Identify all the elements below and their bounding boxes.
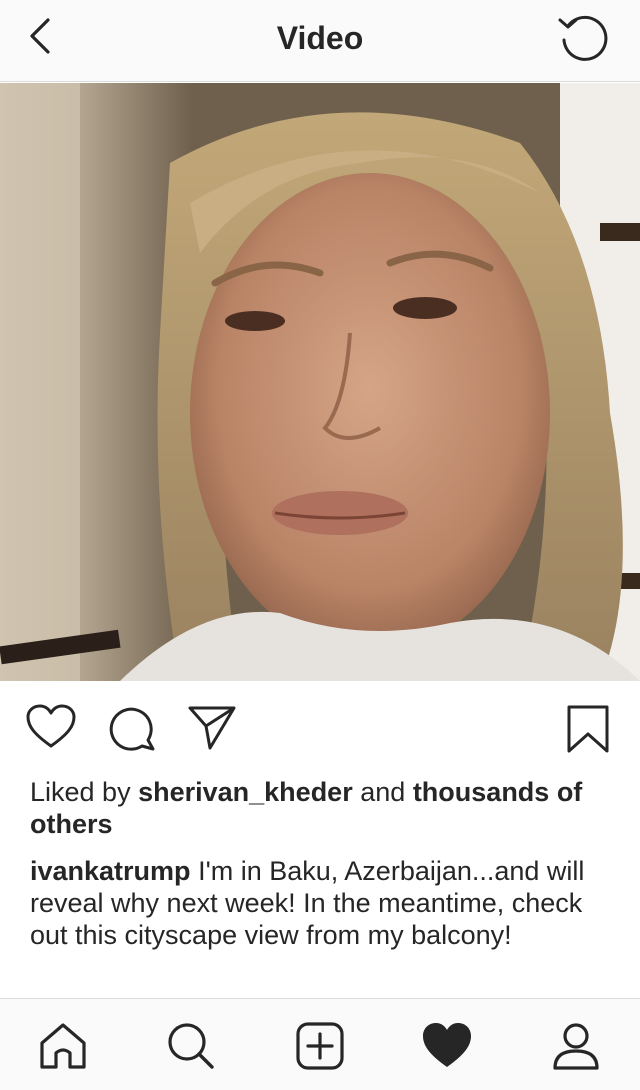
caption-username[interactable]: ivankatrump: [30, 856, 191, 886]
post-actions: [0, 700, 640, 760]
bookmark-icon[interactable]: [566, 704, 610, 754]
liker-username[interactable]: sherivan_kheder: [138, 777, 353, 807]
comment-icon[interactable]: [108, 704, 156, 752]
send-icon[interactable]: [188, 704, 236, 750]
heart-icon[interactable]: [26, 704, 76, 750]
search-icon[interactable]: [166, 1021, 216, 1071]
top-nav-bar: Video: [0, 0, 640, 82]
refresh-icon[interactable]: [556, 12, 610, 64]
add-icon[interactable]: [295, 1021, 345, 1071]
likes-prefix: Liked by: [30, 777, 131, 807]
likes-joiner: and: [360, 777, 406, 807]
home-icon[interactable]: [38, 1021, 88, 1071]
bottom-tab-bar: [0, 998, 640, 1090]
page-title: Video: [276, 20, 364, 56]
video-player[interactable]: [0, 83, 640, 681]
profile-icon[interactable]: [551, 1021, 601, 1071]
video-frame: [0, 83, 640, 681]
post-caption: ivankatrump I'm in Baku, Azerbaijan...an…: [30, 855, 620, 951]
likes-summary: Liked by sherivan_kheder and thousands o…: [30, 776, 620, 840]
heart-filled-icon[interactable]: [422, 1021, 472, 1071]
